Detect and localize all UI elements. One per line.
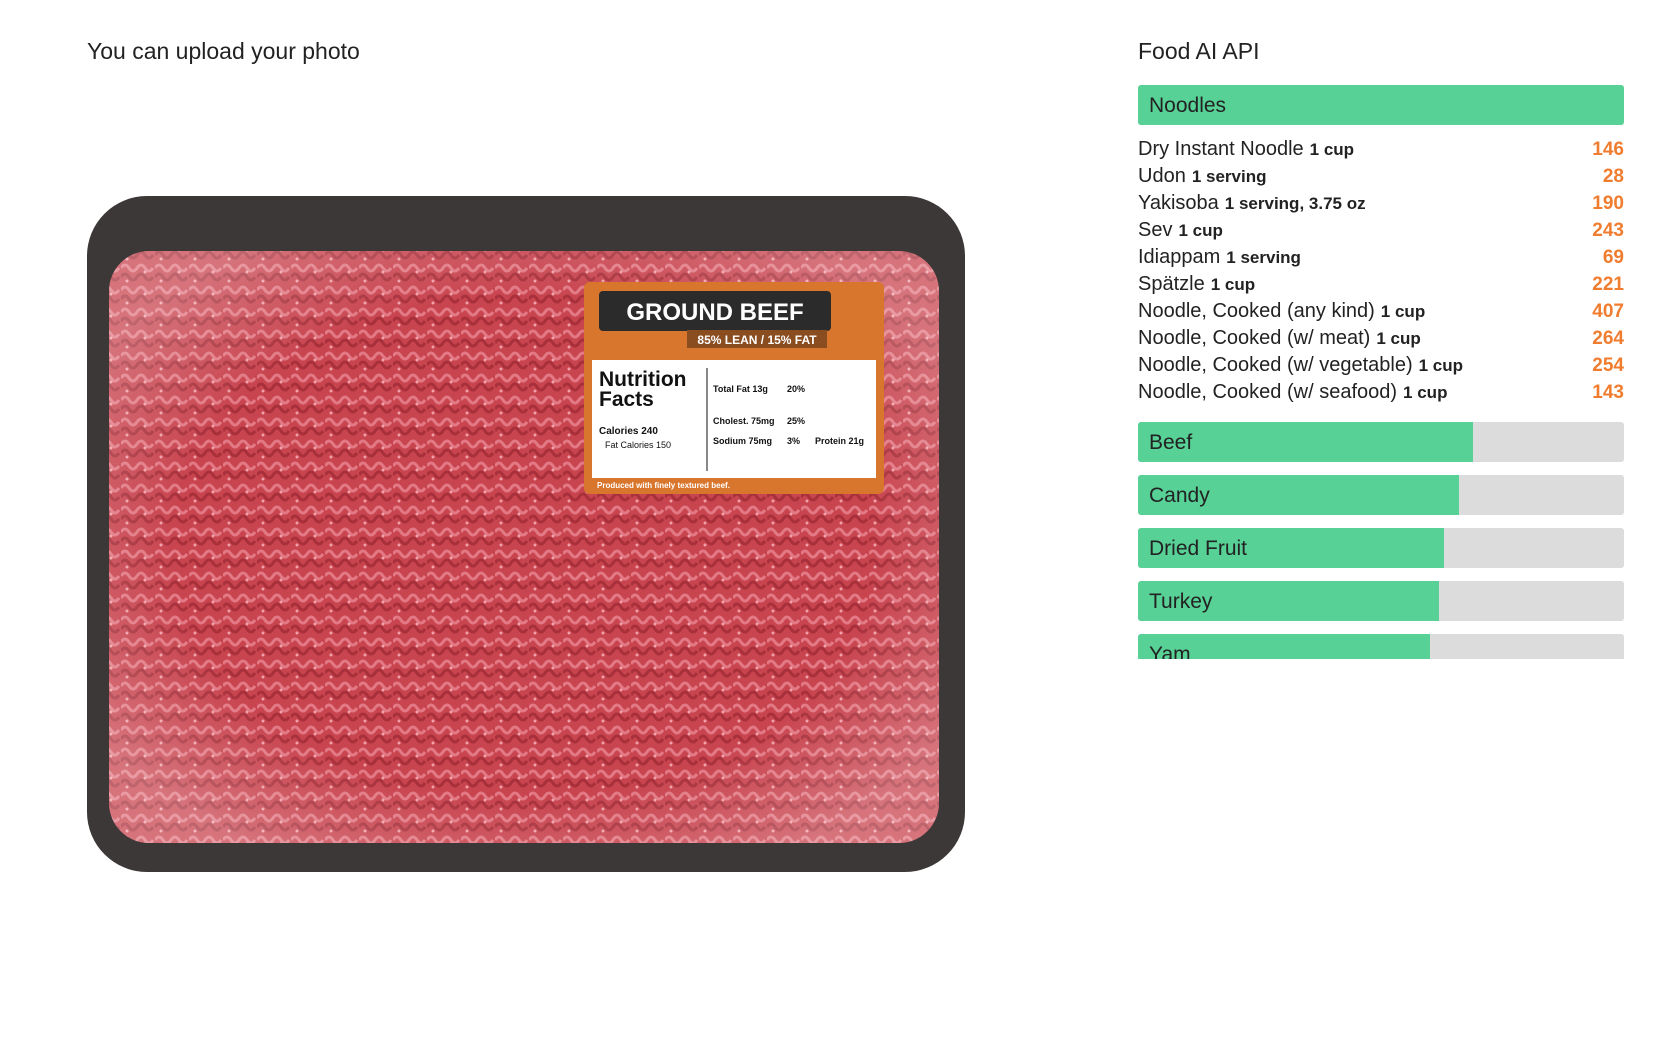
food-item-row[interactable]: Idiappam 1 serving 69 xyxy=(1138,246,1624,273)
food-item: Sev 1 cup xyxy=(1138,219,1223,242)
category-label: Dried Fruit xyxy=(1149,537,1248,560)
other-categories: BeefCandyDried FruitTurkeyYamPastaSandwi… xyxy=(1138,422,1624,659)
food-item: Idiappam 1 serving xyxy=(1138,246,1301,269)
category-label: Beef xyxy=(1149,431,1193,454)
results-list[interactable]: Noodles Dry Instant Noodle 1 cup 146 Udon 1 … xyxy=(1138,85,1624,659)
food-item-unit: 1 cup xyxy=(1376,329,1421,348)
category-label: Noodles xyxy=(1149,94,1227,117)
food-item-row[interactable]: Sev 1 cup 243 xyxy=(1138,219,1624,246)
food-item-calories: 69 xyxy=(1602,247,1624,268)
nutrition-total-fat-dv: 20% xyxy=(787,384,805,394)
food-item-calories: 221 xyxy=(1592,274,1624,295)
ground-beef-image: GROUND BEEF 85% LEAN / 15% FAT Nutrition… xyxy=(87,196,965,872)
nutrition-title-2: Facts xyxy=(599,388,654,411)
nutrition-sodium-dv: 3% xyxy=(787,436,800,446)
food-item-row[interactable]: Udon 1 serving 28 xyxy=(1138,165,1624,192)
food-item: Noodle, Cooked (w/ vegetable) 1 cup xyxy=(1138,354,1463,377)
food-item-row[interactable]: Yakisoba 1 serving, 3.75 oz 190 xyxy=(1138,192,1624,219)
upload-prompt: You can upload your photo xyxy=(87,38,360,64)
food-item-unit: 1 cup xyxy=(1403,383,1448,402)
category-label: Yam xyxy=(1149,643,1191,659)
nutrition-cholesterol: Cholest. 75mg xyxy=(713,416,775,426)
food-item: Noodle, Cooked (w/ meat) 1 cup xyxy=(1138,327,1421,350)
food-item-unit: 1 cup xyxy=(1309,140,1355,159)
food-item: Dry Instant Noodle 1 cup xyxy=(1138,138,1354,161)
package-label: GROUND BEEF 85% LEAN / 15% FAT Nutrition… xyxy=(584,282,884,494)
food-item-row[interactable]: Noodle, Cooked (w/ vegetable) 1 cup 254 xyxy=(1138,354,1624,381)
food-item-calories: 407 xyxy=(1592,301,1624,322)
food-item-name: Spätzle xyxy=(1138,273,1205,295)
food-item-name: Noodle, Cooked (any kind) xyxy=(1138,300,1375,322)
panel-title: Food AI API xyxy=(1138,38,1260,64)
food-item-name: Noodle, Cooked (w/ seafood) xyxy=(1138,381,1398,403)
food-item: Noodle, Cooked (w/ seafood) 1 cup xyxy=(1138,381,1447,404)
category-label: Turkey xyxy=(1149,590,1213,613)
food-ai-panel: Food AI API Noodles Dry Instant Noodle 1 … xyxy=(1138,38,1624,659)
nutrition-total-fat: Total Fat 13g xyxy=(713,384,768,394)
food-item-calories: 190 xyxy=(1592,193,1624,214)
food-item-name: Udon xyxy=(1138,165,1186,187)
food-item-unit: 1 cup xyxy=(1418,356,1464,375)
food-item-name: Noodle, Cooked (w/ vegetable) xyxy=(1138,354,1413,376)
food-item-calories: 264 xyxy=(1592,328,1624,349)
food-item-name: Yakisoba xyxy=(1138,192,1219,214)
food-item-unit: 1 serving xyxy=(1226,248,1301,267)
label-footer: Produced with finely textured beef. xyxy=(597,481,730,490)
category-label: Candy xyxy=(1149,484,1210,507)
food-item-row[interactable]: Noodle, Cooked (w/ seafood) 1 cup 143 xyxy=(1138,381,1624,408)
category-candy[interactable]: Candy xyxy=(1138,475,1624,515)
food-item-calories: 254 xyxy=(1592,355,1624,376)
food-item-unit: 1 serving, 3.75 oz xyxy=(1224,194,1366,213)
category-dried-fruit[interactable]: Dried Fruit xyxy=(1138,528,1624,568)
food-item: Udon 1 serving xyxy=(1138,165,1266,188)
food-item-unit: 1 cup xyxy=(1178,221,1223,240)
nutrition-protein: Protein 21g xyxy=(815,436,864,446)
food-item: Yakisoba 1 serving, 3.75 oz xyxy=(1138,192,1366,215)
category-noodles[interactable]: Noodles xyxy=(1138,85,1624,125)
category-yam[interactable]: Yam xyxy=(1138,634,1624,659)
food-item-row[interactable]: Noodle, Cooked (w/ meat) 1 cup 264 xyxy=(1138,327,1624,354)
food-item-name: Dry Instant Noodle xyxy=(1138,138,1304,160)
food-item-row[interactable]: Dry Instant Noodle 1 cup 146 xyxy=(1138,138,1624,165)
food-item-calories: 243 xyxy=(1592,220,1624,241)
food-item-name: Sev xyxy=(1138,219,1173,241)
nutrition-fat-calories: Fat Calories 150 xyxy=(605,440,671,450)
food-item-unit: 1 cup xyxy=(1380,302,1426,321)
uploaded-photo[interactable]: GROUND BEEF 85% LEAN / 15% FAT Nutrition… xyxy=(87,196,965,872)
food-item: Noodle, Cooked (any kind) 1 cup xyxy=(1138,300,1425,323)
category-beef[interactable]: Beef xyxy=(1138,422,1624,462)
food-item-name: Noodle, Cooked (w/ meat) xyxy=(1138,327,1371,349)
food-item-unit: 1 cup xyxy=(1210,275,1256,294)
nutrition-cholesterol-dv: 25% xyxy=(787,416,805,426)
food-item-calories: 28 xyxy=(1602,166,1624,187)
nutrition-calories: Calories 240 xyxy=(599,426,658,437)
nutrition-sodium: Sodium 75mg xyxy=(713,436,772,446)
category-turkey[interactable]: Turkey xyxy=(1138,581,1624,621)
food-item-row[interactable]: Spätzle 1 cup 221 xyxy=(1138,273,1624,300)
nutrition-items: Dry Instant Noodle 1 cup 146 Udon 1 serving 2… xyxy=(1138,138,1624,408)
food-item-calories: 146 xyxy=(1592,139,1624,160)
food-item-calories: 143 xyxy=(1592,382,1624,403)
label-subtitle: 85% LEAN / 15% FAT xyxy=(697,333,817,347)
food-item-unit: 1 serving xyxy=(1191,167,1267,186)
label-title: GROUND BEEF xyxy=(626,299,803,326)
food-item-row[interactable]: Noodle, Cooked (any kind) 1 cup 407 xyxy=(1138,300,1624,327)
food-item-name: Idiappam xyxy=(1138,246,1221,268)
food-item: Spätzle 1 cup xyxy=(1138,273,1255,296)
